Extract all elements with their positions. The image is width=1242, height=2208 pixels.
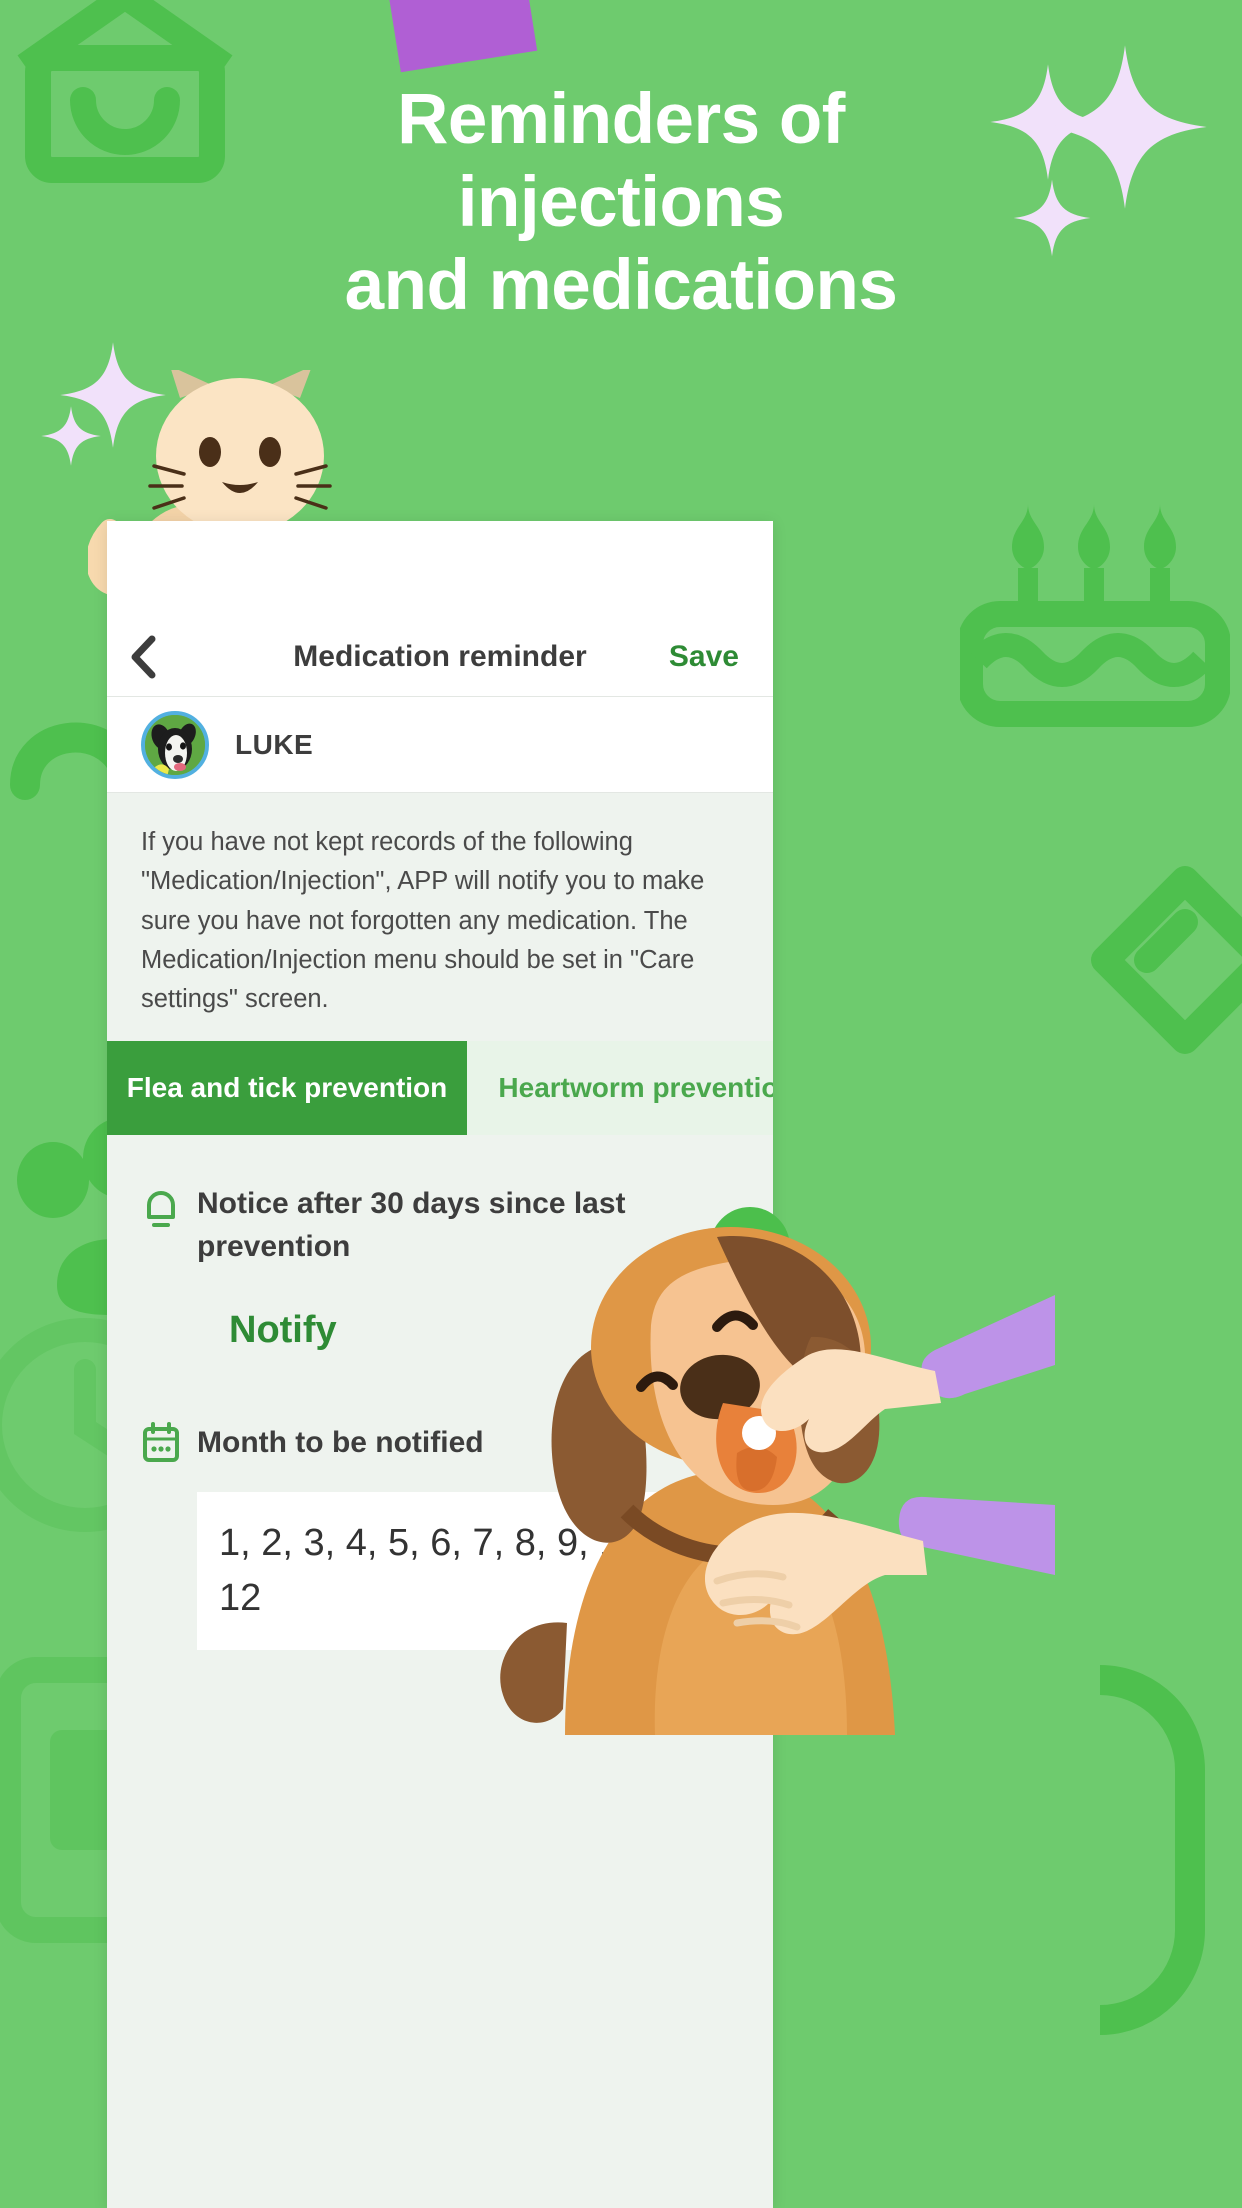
avatar[interactable] xyxy=(141,710,209,779)
chevron-left-icon xyxy=(131,635,156,678)
month-label: Month to be notified xyxy=(197,1426,484,1460)
nav-bar: Medication reminder Save xyxy=(107,617,773,697)
notify-value[interactable]: Notify xyxy=(229,1309,739,1352)
headline-line-1: Reminders of xyxy=(397,80,845,159)
notice-label: Notice after 30 days since last preventi… xyxy=(197,1187,626,1264)
save-button[interactable]: Save xyxy=(669,640,739,674)
tab-heartworm-prevention[interactable]: Heartworm prevention xyxy=(467,1041,773,1136)
month-label-row: Month to be notified xyxy=(141,1422,739,1464)
calendar-icon xyxy=(143,1422,179,1463)
pet-selector-row[interactable]: LUKE xyxy=(107,697,773,793)
bone-icon xyxy=(1091,866,1242,1054)
headline-line-3: and medications xyxy=(344,246,898,326)
back-button[interactable] xyxy=(107,617,179,697)
bone-icon xyxy=(1099,1665,1205,2035)
birthday-cake-icon xyxy=(960,504,1230,727)
settings-section: Notice after 30 days since last preventi… xyxy=(107,1135,773,1650)
sticky-note-decoration xyxy=(386,0,538,73)
dog-photo-avatar xyxy=(145,714,205,775)
tab-flea-and-tick-prevention[interactable]: Flea and tick prevention xyxy=(107,1041,467,1136)
description-text: If you have not kept records of the foll… xyxy=(107,793,773,1042)
notice-row: Notice after 30 days since last preventi… xyxy=(141,1183,739,1269)
pet-name: LUKE xyxy=(235,728,314,760)
app-screen-card: Medication reminder Save LUKE If you hav… xyxy=(107,521,773,2208)
headline-line-2: injections xyxy=(457,163,785,243)
page-title: Reminders of injections and medications xyxy=(0,78,1242,327)
card-top-spacer xyxy=(107,521,773,617)
month-value-field[interactable]: 1, 2, 3, 4, 5, 6, 7, 8, 9, 10, 11, 12 xyxy=(197,1492,739,1650)
tab-bar: Flea and tick prevention Heartworm preve… xyxy=(107,1041,773,1136)
bell-icon xyxy=(147,1191,175,1228)
